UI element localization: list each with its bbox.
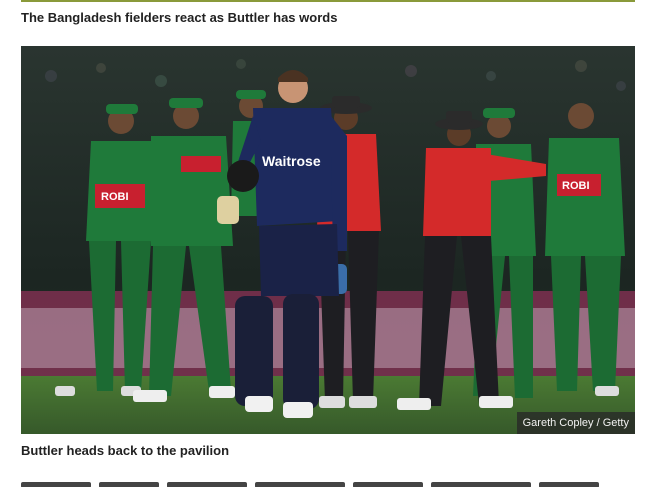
jersey-sponsor: Waitrose	[262, 153, 321, 169]
photo-scene: Waitrose ROBI ROBI	[21, 46, 635, 434]
left-pad	[235, 296, 273, 406]
article-body-cutoff	[21, 479, 635, 487]
jersey-logo: ROBI	[101, 191, 129, 203]
photo-credit: Gareth Copley / Getty	[516, 412, 635, 434]
article-photo[interactable]: Waitrose ROBI ROBI Gareth Copley / Getty	[21, 46, 635, 434]
photo-heading: The Bangladesh fielders react as Buttler…	[21, 10, 338, 25]
helmet	[227, 160, 259, 192]
jersey-logo: ROBI	[562, 180, 590, 192]
top-divider	[21, 0, 635, 2]
article-section: The Bangladesh fielders react as Buttler…	[0, 0, 659, 487]
photo-caption: Buttler heads back to the pavilion	[21, 443, 230, 458]
right-pad	[283, 294, 319, 409]
